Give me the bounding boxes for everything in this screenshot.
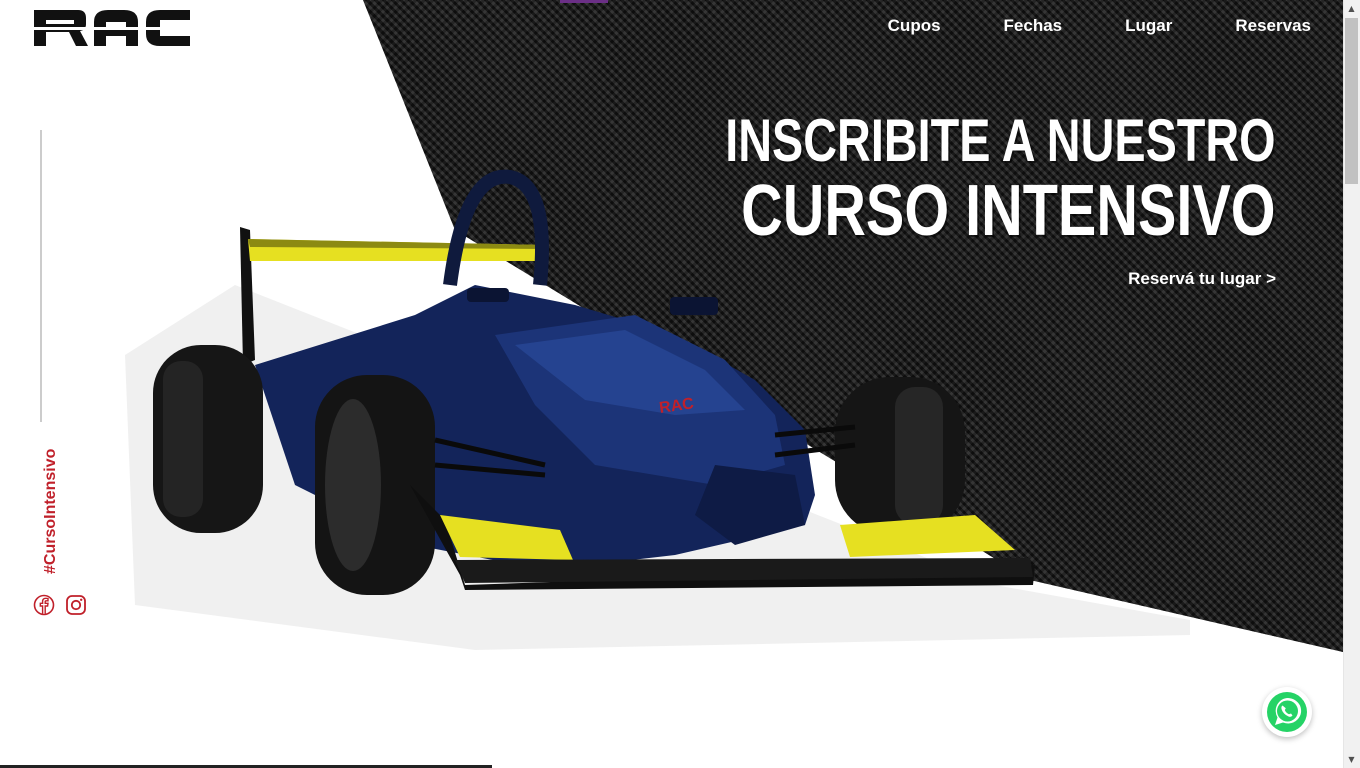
scroll-up-arrow-icon[interactable]: ▲ [1347,4,1356,13]
hero-heading-line2: CURSO INTENSIVO [741,171,1276,251]
main-nav: Cupos Fechas Lugar Reservas [825,15,1311,37]
nav-item-cupos[interactable]: Cupos [888,15,941,37]
scrollbar-thumb[interactable] [1345,18,1358,184]
nav-item-lugar[interactable]: Lugar [1125,15,1172,37]
hero-heading-line1: INSCRIBITE A NUESTRO [725,107,1276,174]
nav-item-reservas[interactable]: Reservas [1235,15,1311,37]
rail-divider [40,130,42,422]
hashtag-label: #CursoIntensivo [42,448,59,574]
whatsapp-icon [1267,692,1307,732]
page-scrollbar[interactable]: ▲ ▼ [1343,0,1360,768]
hero-heading: INSCRIBITE A NUESTRO CURSO INTENSIVO [570,107,1276,251]
nav-item-fechas[interactable]: Fechas [1004,15,1063,37]
facebook-icon[interactable] [33,594,55,616]
reserve-link[interactable]: Reservá tu lugar > [1128,269,1276,289]
rac-logo[interactable] [32,8,192,48]
page: Cupos Fechas Lugar Reservas #CursoIntens… [0,0,1360,768]
scroll-down-arrow-icon[interactable]: ▼ [1347,755,1356,764]
top-accent-bar [560,0,608,3]
whatsapp-button[interactable] [1262,687,1312,737]
instagram-icon[interactable] [65,594,87,616]
